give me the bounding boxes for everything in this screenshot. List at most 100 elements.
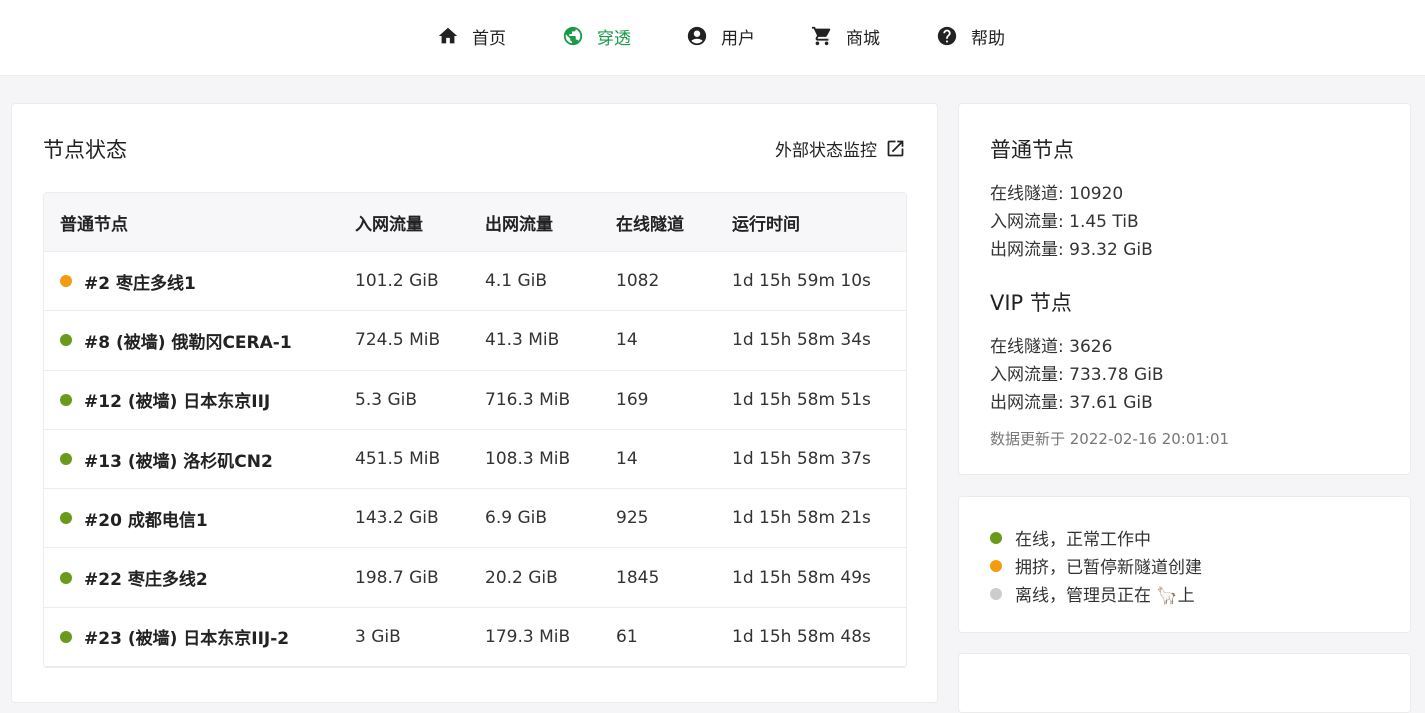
column-header: 运行时间 xyxy=(732,214,800,235)
nav-item-user[interactable]: 用户 xyxy=(686,22,755,50)
status-dot-online xyxy=(60,393,72,406)
status-dot-online xyxy=(990,531,1002,544)
online-tunnels: 925 xyxy=(616,508,649,529)
legend-item-busy: 拥挤，已暂停新隧道创建 xyxy=(990,553,1202,578)
node-name: #2 枣庄多线1 xyxy=(84,273,196,294)
inbound-traffic: 101.2 GiB xyxy=(355,271,439,292)
table-row: #22 枣庄多线2 198.7 GiB 20.2 GiB 1845 1d 15h 58m… xyxy=(44,548,906,608)
legend-label: 拥挤，已暂停新隧道创建 xyxy=(1015,558,1202,578)
vip-outbound: 出网流量: 37.61 GiB xyxy=(990,393,1153,413)
node-name: #8 (被墙) 俄勒冈CERA-1 xyxy=(84,332,292,353)
node-name: #20 成都电信1 xyxy=(84,510,208,531)
node-table: 普通节点 入网流量 出网流量 在线隧道 运行时间 #2 枣庄多线1 101.2 G… xyxy=(43,192,907,669)
inbound-traffic: 198.7 GiB xyxy=(355,567,439,588)
node-name: #13 (被墙) 洛杉矶CN2 xyxy=(84,451,273,472)
column-header: 普通节点 xyxy=(60,214,128,235)
uptime: 1d 15h 58m 37s xyxy=(732,449,871,470)
online-tunnels: 1845 xyxy=(616,567,660,588)
nav-item-help[interactable]: 帮助 xyxy=(936,22,1005,50)
table-row: #13 (被墙) 洛杉矶CN2 451.5 MiB 108.3 MiB 14 1d 15… xyxy=(44,430,906,490)
nav-item-label: 商城 xyxy=(846,28,880,49)
uptime: 1d 15h 58m 34s xyxy=(732,330,871,351)
nav-item-label: 首页 xyxy=(472,28,506,49)
external-monitor-label: 外部状态监控 xyxy=(775,141,877,161)
vip-inbound: 入网流量: 733.78 GiB xyxy=(990,365,1164,385)
status-dot-offline xyxy=(990,587,1002,600)
status-dot-online xyxy=(60,334,72,347)
status-legend-card: 在线，正常工作中 拥挤，已暂停新隧道创建 离线，管理员正在 🦙上 xyxy=(958,496,1411,633)
extra-card xyxy=(958,653,1411,713)
outbound-traffic: 108.3 MiB xyxy=(485,449,571,470)
legend-label: 离线，管理员正在 🦙上 xyxy=(1015,586,1195,606)
column-header: 在线隧道 xyxy=(616,214,684,235)
status-dot-online xyxy=(60,453,72,466)
node-cell: #22 枣庄多线2 xyxy=(60,548,208,606)
table-row: #12 (被墙) 日本东京IIJ 5.3 GiB 716.3 MiB 169 1d 15… xyxy=(44,371,906,430)
column-header: 出网流量 xyxy=(485,214,553,235)
uptime: 1d 15h 58m 51s xyxy=(732,389,871,410)
nav-item-home[interactable]: 首页 xyxy=(437,22,506,50)
status-dot-busy xyxy=(990,559,1002,572)
inbound-traffic: 143.2 GiB xyxy=(355,508,439,529)
normal-nodes-title: 普通节点 xyxy=(990,138,1074,162)
table-row: #20 成都电信1 143.2 GiB 6.9 GiB 925 1d 15h 58m 2… xyxy=(44,489,906,549)
normal-inbound: 入网流量: 1.45 TiB xyxy=(990,212,1139,232)
online-tunnels: 14 xyxy=(616,449,638,470)
vip-tunnels: 在线隧道: 3626 xyxy=(990,337,1113,357)
outbound-traffic: 6.9 GiB xyxy=(485,508,547,529)
status-dot-online xyxy=(60,630,72,643)
online-tunnels: 61 xyxy=(616,626,638,647)
table-row: #8 (被墙) 俄勒冈CERA-1 724.5 MiB 41.3 MiB 14 1d 1… xyxy=(44,311,906,371)
status-dot-busy xyxy=(60,275,72,288)
card-title: 节点状态 xyxy=(43,138,127,162)
table-header: 普通节点 入网流量 出网流量 在线隧道 运行时间 xyxy=(44,193,906,252)
nav-item-tunnel[interactable]: 穿透 xyxy=(562,22,631,50)
shopping-cart-icon xyxy=(811,26,831,46)
table-body: #2 枣庄多线1 101.2 GiB 4.1 GiB 1082 1d 15h 59m 1… xyxy=(44,252,906,668)
legend-item-online: 在线，正常工作中 xyxy=(990,525,1151,550)
node-cell: #2 枣庄多线1 xyxy=(60,252,196,310)
table-row: #23 (被墙) 日本东京IIJ-2 3 GiB 179.3 MiB 61 1d 15h… xyxy=(44,608,906,668)
inbound-traffic: 724.5 MiB xyxy=(355,330,441,351)
nav-item-label: 用户 xyxy=(721,28,755,49)
nav-item-label: 穿透 xyxy=(597,28,631,49)
online-tunnels: 169 xyxy=(616,389,649,410)
node-name: #12 (被墙) 日本东京IIJ xyxy=(84,392,271,413)
globe-icon xyxy=(563,26,583,46)
uptime: 1d 15h 58m 21s xyxy=(732,508,871,529)
node-cell: #12 (被墙) 日本东京IIJ xyxy=(60,371,270,429)
node-name: #22 枣庄多线2 xyxy=(84,570,208,591)
inbound-traffic: 3 GiB xyxy=(355,626,401,647)
last-updated: 数据更新于 2022-02-16 20:01:01 xyxy=(990,430,1230,448)
normal-outbound: 出网流量: 93.32 GiB xyxy=(990,240,1153,260)
legend-label: 在线，正常工作中 xyxy=(1015,530,1151,550)
uptime: 1d 15h 59m 10s xyxy=(732,271,871,292)
vip-nodes-title: VIP 节点 xyxy=(990,291,1072,315)
legend-item-offline: 离线，管理员正在 🦙上 xyxy=(990,581,1195,606)
nav-item-label: 帮助 xyxy=(971,28,1005,49)
node-cell: #20 成都电信1 xyxy=(60,489,208,547)
help-circle-icon xyxy=(937,26,957,46)
node-name: #23 (被墙) 日本东京IIJ-2 xyxy=(84,629,290,650)
uptime: 1d 15h 58m 48s xyxy=(732,626,871,647)
external-monitor-link[interactable]: 外部状态监控 xyxy=(775,136,906,161)
node-cell: #8 (被墙) 俄勒冈CERA-1 xyxy=(60,311,292,369)
online-tunnels: 1082 xyxy=(616,271,660,292)
table-row: #2 枣庄多线1 101.2 GiB 4.1 GiB 1082 1d 15h 59m 1… xyxy=(44,252,906,312)
home-icon xyxy=(438,27,458,44)
outbound-traffic: 716.3 MiB xyxy=(485,389,571,410)
account-circle-icon xyxy=(687,26,707,46)
online-tunnels: 14 xyxy=(616,330,638,351)
outbound-traffic: 41.3 MiB xyxy=(485,330,560,351)
summary-card: 普通节点 在线隧道: 10920 入网流量: 1.45 TiB 出网流量: 93… xyxy=(958,103,1411,475)
inbound-traffic: 5.3 GiB xyxy=(355,389,417,410)
status-dot-online xyxy=(60,571,72,584)
open-in-new-icon xyxy=(887,140,904,157)
outbound-traffic: 20.2 GiB xyxy=(485,567,558,588)
node-status-card: 节点状态 外部状态监控 普通节点 入网流量 出网流量 在线隧道 运行时间 #2 … xyxy=(11,103,938,703)
normal-tunnels: 在线隧道: 10920 xyxy=(990,184,1124,204)
uptime: 1d 15h 58m 49s xyxy=(732,567,871,588)
outbound-traffic: 179.3 MiB xyxy=(485,626,571,647)
node-cell: #23 (被墙) 日本东京IIJ-2 xyxy=(60,608,289,666)
nav-item-shop[interactable]: 商城 xyxy=(811,22,880,50)
